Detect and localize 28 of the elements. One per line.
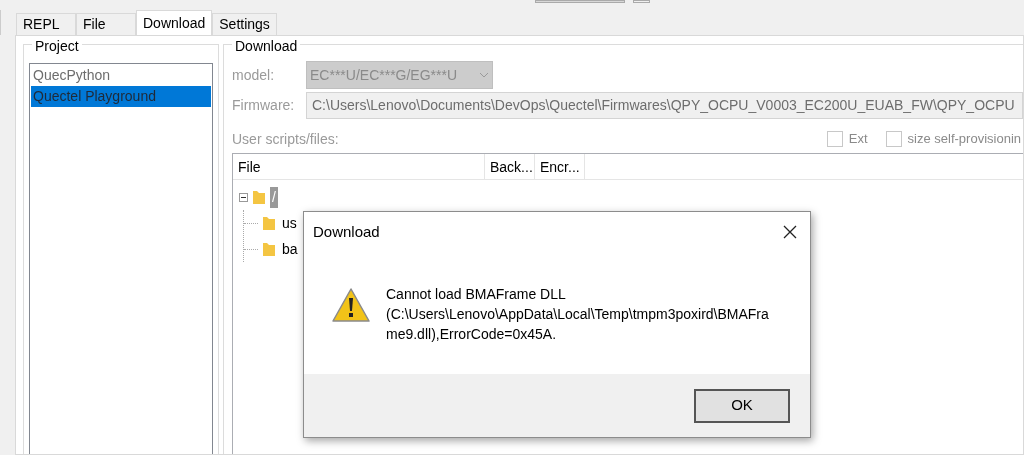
tab[interactable]: REPL [16,13,76,35]
chevron-icon [479,72,489,78]
tree-item[interactable]: us [280,212,299,234]
tab[interactable]: Settings [212,13,277,35]
field-label: model: [232,65,276,85]
close-icon [783,225,797,239]
section-label: User scripts/files: [232,129,340,149]
column-header[interactable]: File [233,154,485,179]
ok-button[interactable]: OK [694,388,790,423]
folder-icon [252,189,266,205]
folder-icon [262,215,276,231]
tab[interactable]: File [76,13,136,35]
warning-icon [331,287,371,323]
dialog-title: Download [313,221,380,242]
checkbox[interactable] [826,131,843,147]
firmware-field[interactable]: C:\Users\Lenovo\Documents\DevOps\Quectel\Firmwares\QPY_OCPU_V0003_EC200U_EUAB_FW\QPY_OCPU [306,91,1023,119]
field-label: Firmware: [232,95,296,115]
checkbox[interactable] [885,131,902,147]
checkbox-label: Ext [848,130,868,149]
project-item[interactable]: QuecPython [31,65,211,86]
column-header[interactable]: Back... [485,154,535,179]
error-message: Cannot load BMAFrame DLL (C:\Users\Lenovo\AppData\Local\Temp\tmpm3poxird\BMAFrame9.dll),ErrorCode=0x45A. [386,285,770,344]
tab[interactable]: Download [136,10,213,35]
column-header[interactable]: Encr... [535,154,585,179]
collapse-icon[interactable] [239,192,248,202]
checkbox-label: size self-provisionin [907,130,1021,149]
tree-item[interactable]: ba [280,238,300,260]
folder-icon [262,241,276,257]
